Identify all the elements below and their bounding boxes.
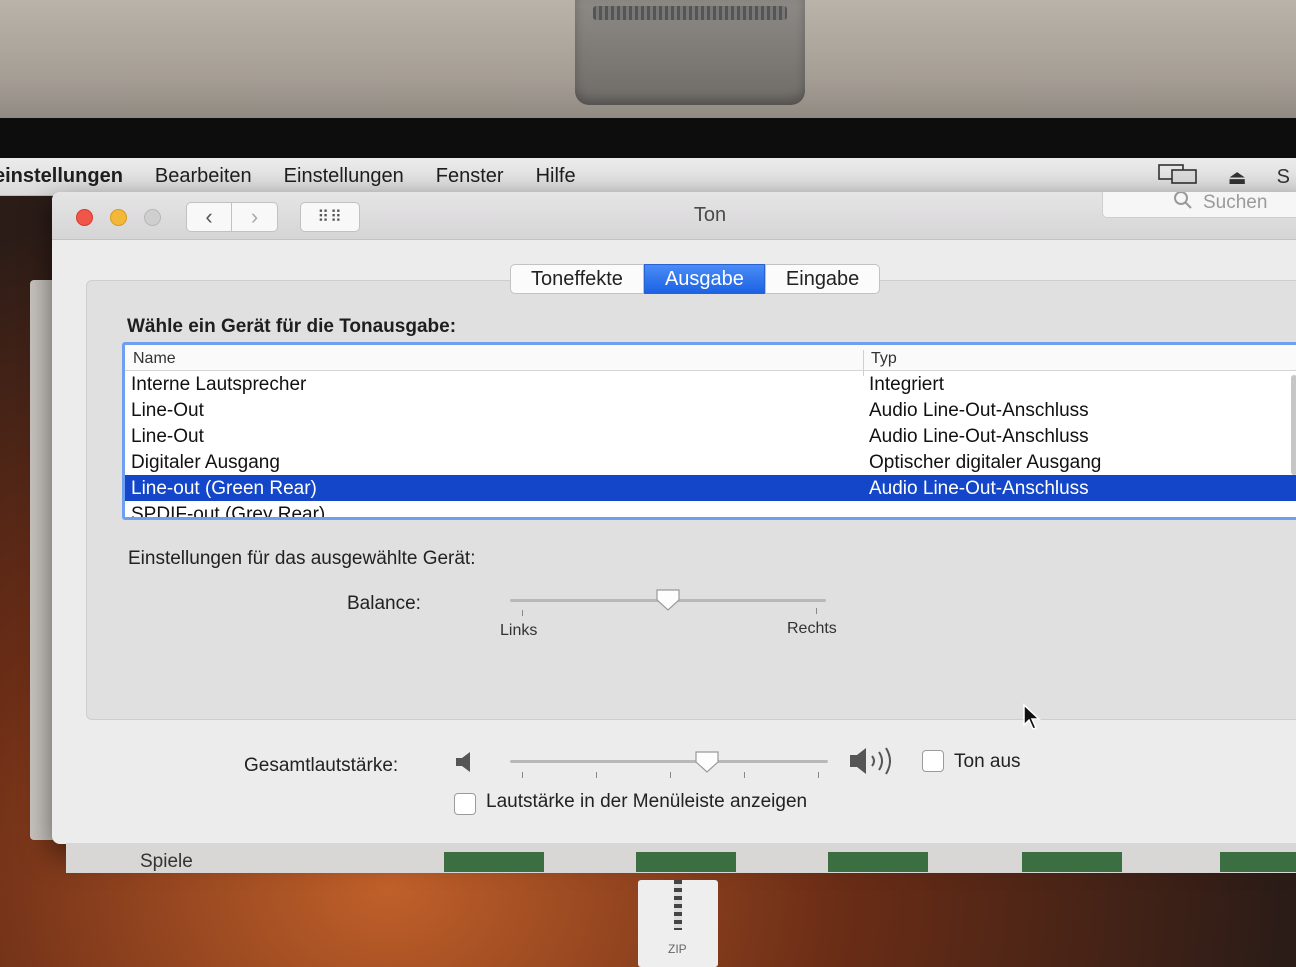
volume-slider[interactable] <box>510 760 828 763</box>
title-bar: ‹ › ⠿⠿ Ton Suchen <box>52 192 1296 240</box>
device-rows: Interne Lautsprecher Integriert Line-Out Au… <box>125 371 1296 520</box>
tab-eingabe[interactable]: Eingabe <box>764 264 881 294</box>
device-name: Line-Out <box>131 400 204 421</box>
table-row[interactable]: Line-Out Audio Line-Out-Anschluss <box>125 423 1296 449</box>
mute-label[interactable]: Ton aus <box>954 751 1021 773</box>
menu-hilfe[interactable]: Hilfe <box>520 165 592 188</box>
mouse-cursor-icon <box>1022 703 1044 736</box>
mute-checkbox[interactable] <box>922 750 944 772</box>
table-row[interactable]: Interne Lautsprecher Integriert <box>125 371 1296 397</box>
search-placeholder: Suchen <box>1203 192 1268 213</box>
volume-label: Gesamtlautstärke: <box>244 755 399 776</box>
table-row[interactable]: SPDIF-out (Grey Rear) <box>125 501 1296 520</box>
speaker-high-icon <box>848 745 904 784</box>
table-row[interactable]: Digitaler Ausgang Optischer digitaler Aus… <box>125 449 1296 475</box>
desktop-thumbnail[interactable] <box>444 852 544 872</box>
device-name: Line-out (Green Rear) <box>131 478 317 499</box>
menu-einstellungen[interactable]: Einstellungen <box>268 165 420 188</box>
balance-right-label: Rechts <box>787 620 837 637</box>
table-header: Name Typ <box>125 345 1296 376</box>
tab-ausgabe[interactable]: Ausgabe <box>643 264 765 294</box>
output-heading: Wähle ein Gerät für die Tonausgabe: <box>127 316 457 337</box>
column-header-name[interactable]: Name <box>133 350 176 368</box>
table-scrollbar[interactable] <box>1291 375 1296 475</box>
zip-file-label: ZIP <box>668 942 687 956</box>
show-in-menubar-checkbox[interactable] <box>454 793 476 815</box>
settings-heading: Einstellungen für das ausgewählte Gerät: <box>128 548 476 569</box>
menu-bearbeiten[interactable]: Bearbeiten <box>139 165 268 188</box>
tab-bar: Toneffekte Ausgabe Eingabe <box>510 264 881 294</box>
device-type: Integriert <box>869 374 944 395</box>
table-row[interactable]: Line-Out Audio Line-Out-Anschluss <box>125 397 1296 423</box>
volume-tick <box>670 772 671 778</box>
menu-app-name[interactable]: einstellungen <box>0 165 139 188</box>
column-header-type[interactable]: Typ <box>871 350 897 368</box>
balance-slider-thumb[interactable] <box>655 588 681 612</box>
desktop-thumbnail[interactable] <box>1022 852 1122 872</box>
menu-extra-item[interactable]: S <box>1277 166 1290 189</box>
volume-tick <box>744 772 745 778</box>
volume-tick <box>818 772 819 778</box>
photo-scene: einstellungen Bearbeiten Einstellungen F… <box>0 0 1296 967</box>
balance-tick-left <box>522 610 523 616</box>
device-name: Line-Out <box>131 426 204 447</box>
table-row[interactable]: Line-out (Green Rear) Audio Line-Out-Ansc… <box>125 475 1296 501</box>
balance-tick-right <box>816 608 817 614</box>
device-name: Interne Lautsprecher <box>131 374 307 395</box>
desktop-thumbnail[interactable] <box>636 852 736 872</box>
desktop-thumbnail[interactable] <box>828 852 928 872</box>
device-type: Optischer digitaler Ausgang <box>869 452 1102 473</box>
menu-fenster[interactable]: Fenster <box>420 165 520 188</box>
device-table[interactable]: Name Typ Interne Lautsprecher Integriert L… <box>122 342 1296 520</box>
menu-bar: einstellungen Bearbeiten Einstellungen F… <box>0 158 1296 196</box>
zip-file-icon[interactable]: ZIP <box>638 880 718 967</box>
device-name: SPDIF-out (Grey Rear) <box>131 504 326 520</box>
eject-icon[interactable]: ⏏ <box>1228 165 1247 190</box>
device-type: Audio Line-Out-Anschluss <box>869 426 1089 447</box>
speaker-low-icon <box>454 750 478 780</box>
balance-label: Balance: <box>347 593 421 614</box>
desktop-thumbnail[interactable] <box>1220 852 1296 872</box>
search-icon <box>1173 192 1193 216</box>
device-type: Audio Line-Out-Anschluss <box>869 400 1089 421</box>
speaker-device <box>575 0 805 105</box>
volume-tick <box>522 772 523 778</box>
balance-left-label: Links <box>500 622 538 639</box>
sound-preferences-window: ‹ › ⠿⠿ Ton Suchen Toneffekte Ausgabe Ein… <box>52 192 1296 844</box>
tab-toneffekte[interactable]: Toneffekte <box>510 264 644 294</box>
airplay-icon[interactable] <box>1157 163 1198 191</box>
search-field[interactable]: Suchen <box>1102 192 1296 218</box>
device-name: Digitaler Ausgang <box>131 452 280 473</box>
show-in-menubar-label[interactable]: Lautstärke in der Menüleiste anzeigen <box>486 791 807 813</box>
volume-tick <box>596 772 597 778</box>
volume-slider-thumb[interactable] <box>694 750 720 774</box>
finder-item-label[interactable]: Spiele <box>140 851 193 873</box>
device-type: Audio Line-Out-Anschluss <box>869 478 1089 499</box>
